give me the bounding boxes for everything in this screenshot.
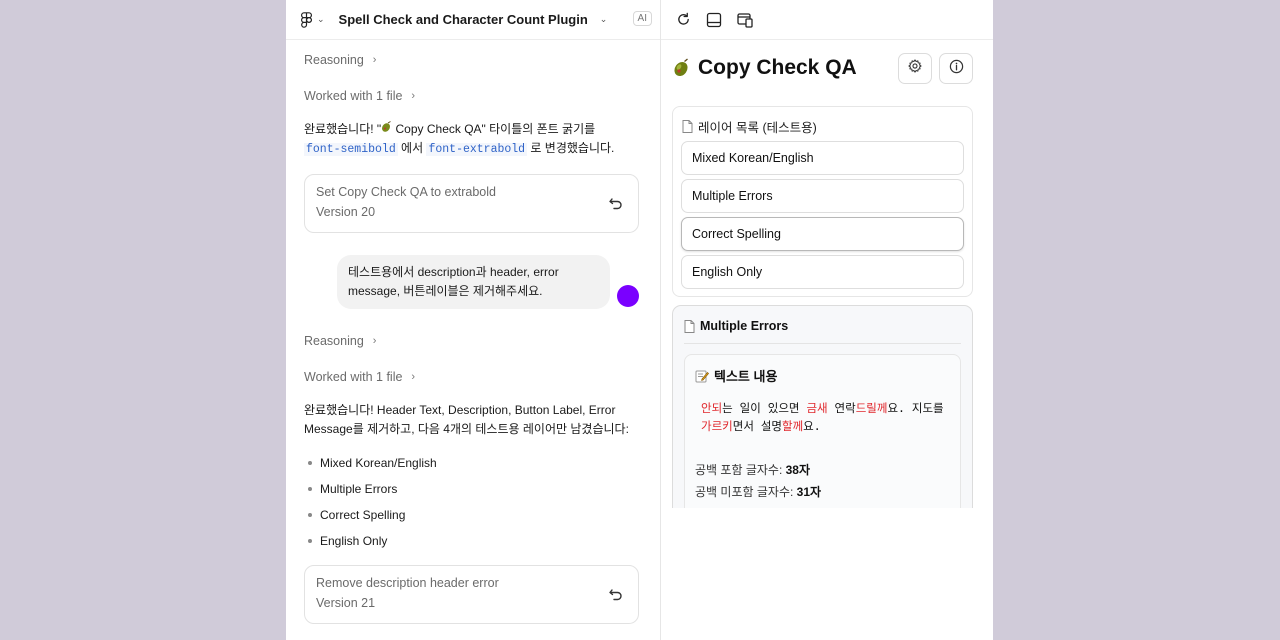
spelling-error: 안되 xyxy=(701,401,723,415)
text-content-title: 텍스트 내용 xyxy=(714,369,778,384)
memo-icon xyxy=(695,369,709,383)
version-number: Version 21 xyxy=(316,596,376,610)
layer-bullet-list: Mixed Korean/English Multiple Errors Cor… xyxy=(304,450,437,554)
plugin-title: Copy Check QA xyxy=(672,56,857,80)
spelling-error: 가르키 xyxy=(701,419,733,433)
chevron-right-icon: › xyxy=(372,54,377,66)
window-icon[interactable] xyxy=(737,12,753,28)
char-count-label: 공백 미포함 글자수: xyxy=(695,485,797,499)
layer-detail-card: Multiple Errors 텍스트 내용 안되는 일이 있으면 금새 연락드… xyxy=(672,305,973,508)
preview-toolbar xyxy=(661,0,993,40)
chevron-down-icon[interactable]: ⌄ xyxy=(317,14,325,25)
layer-text-content: 안되는 일이 있으면 금새 연락드릴께요. 지도를 가르키면서 설명할께요. xyxy=(695,399,950,435)
ai-badge[interactable]: AI xyxy=(632,11,652,26)
char-count-without-spaces: 공백 미포함 글자수: 31자 xyxy=(695,483,821,500)
layer-item[interactable]: Mixed Korean/English xyxy=(681,141,964,175)
detail-heading: Multiple Errors xyxy=(684,319,788,333)
message-text: Copy Check QA" 타이틀의 폰트 굵기를 xyxy=(392,122,596,136)
settings-button[interactable] xyxy=(898,53,932,84)
project-title[interactable]: Spell Check and Character Count Plugin xyxy=(339,12,588,27)
text-segment: 요. 지도를 xyxy=(887,401,944,415)
undo-icon[interactable] xyxy=(608,586,624,602)
bullet-dot xyxy=(308,461,312,465)
spelling-error: 금새 xyxy=(806,401,828,415)
user-message: 테스트용에서 description과 header, error messag… xyxy=(337,255,610,309)
text-content-card: 텍스트 내용 안되는 일이 있으면 금새 연락드릴께요. 지도를 가르키면서 설… xyxy=(684,354,961,508)
bullet-dot xyxy=(308,513,312,517)
chevron-down-icon[interactable]: ⌄ xyxy=(600,14,608,25)
list-item: English Only xyxy=(304,528,437,554)
version-card[interactable]: Remove description header error Version … xyxy=(304,565,639,624)
version-number: Version 20 xyxy=(316,205,376,219)
gear-icon xyxy=(908,59,922,78)
layer-list-title: 레이어 목록 (테스트용) xyxy=(698,121,817,135)
layer-item-selected[interactable]: Correct Spelling xyxy=(681,217,964,251)
olive-icon xyxy=(381,121,392,136)
layer-item[interactable]: English Only xyxy=(681,255,964,289)
list-item-label: Mixed Korean/English xyxy=(320,456,437,470)
list-item: Multiple Errors xyxy=(304,476,437,502)
chat-panel: ⌄ Spell Check and Character Count Plugin… xyxy=(286,0,661,640)
list-item-label: English Only xyxy=(320,534,388,548)
version-title: Remove description header error xyxy=(316,576,499,590)
refresh-icon[interactable] xyxy=(675,12,691,28)
avatar[interactable] xyxy=(617,285,639,307)
message-text: 완료했습니다! " xyxy=(304,122,382,136)
worked-files-label: Worked with 1 file xyxy=(304,89,403,103)
text-segment: 면서 설명 xyxy=(732,419,782,433)
info-icon xyxy=(949,59,964,79)
text-segment: 는 일이 있으면 xyxy=(722,401,807,415)
bullet-dot xyxy=(308,539,312,543)
detail-title: Multiple Errors xyxy=(700,319,789,333)
char-count-label: 공백 포함 글자수: xyxy=(695,463,786,477)
code-snippet: font-semibold xyxy=(304,143,398,156)
text-segment: 연락 xyxy=(827,401,856,415)
chat-header: ⌄ Spell Check and Character Count Plugin… xyxy=(286,0,660,40)
version-title: Set Copy Check QA to extrabold xyxy=(316,185,496,199)
layer-item[interactable]: Multiple Errors xyxy=(681,179,964,213)
text-segment: 요. xyxy=(803,419,821,433)
spelling-error: 드릴께 xyxy=(855,401,888,415)
message-text: 로 변경했습니다. xyxy=(527,141,615,155)
char-count-value: 31자 xyxy=(796,485,822,499)
chevron-right-icon: › xyxy=(411,90,416,102)
layer-list-heading: 레이어 목록 (테스트용) xyxy=(682,117,817,136)
plugin-ui: Copy Check QA 레이어 목록 (테스트용) Mixed Korean… xyxy=(661,41,993,508)
layer-list-card: 레이어 목록 (테스트용) Mixed Korean/English Multi… xyxy=(672,106,973,297)
olive-icon xyxy=(672,58,690,78)
list-item: Mixed Korean/English xyxy=(304,450,437,476)
list-item-label: Correct Spelling xyxy=(320,508,406,522)
assistant-message: 완료했습니다! " Copy Check QA" 타이틀의 폰트 굵기를 fon… xyxy=(304,120,634,159)
undo-icon[interactable] xyxy=(608,195,624,211)
chevron-right-icon: › xyxy=(411,371,416,383)
reasoning-toggle[interactable]: Reasoning › xyxy=(304,50,376,70)
bullet-dot xyxy=(308,487,312,491)
list-item-label: Multiple Errors xyxy=(320,482,398,496)
chevron-right-icon: › xyxy=(372,335,377,347)
worked-files-label: Worked with 1 file xyxy=(304,370,403,384)
version-card[interactable]: Set Copy Check QA to extrabold Version 2… xyxy=(304,174,639,233)
panel-icon[interactable] xyxy=(706,12,722,28)
text-content-heading: 텍스트 내용 xyxy=(695,366,777,385)
document-icon xyxy=(682,120,693,133)
divider xyxy=(684,343,961,344)
info-button[interactable] xyxy=(939,53,973,84)
list-item: Correct Spelling xyxy=(304,502,437,528)
reasoning-label: Reasoning xyxy=(304,53,364,67)
char-count-value: 38자 xyxy=(785,463,811,477)
char-count-with-spaces: 공백 포함 글자수: 38자 xyxy=(695,461,810,478)
reasoning-label: Reasoning xyxy=(304,334,364,348)
preview-panel: Copy Check QA 레이어 목록 (테스트용) Mixed Korean… xyxy=(661,0,993,640)
assistant-message: 완료했습니다! Header Text, Description, Button… xyxy=(304,403,629,436)
reasoning-toggle[interactable]: Reasoning › xyxy=(304,331,376,351)
spelling-error: 할께 xyxy=(782,419,804,433)
message-text: 에서 xyxy=(397,141,427,155)
document-icon xyxy=(684,319,695,333)
plugin-title-text: Copy Check QA xyxy=(698,56,857,79)
worked-files-toggle[interactable]: Worked with 1 file › xyxy=(304,367,415,387)
figma-logo-icon[interactable] xyxy=(298,11,314,29)
code-snippet: font-extrabold xyxy=(426,143,528,156)
worked-files-toggle[interactable]: Worked with 1 file › xyxy=(304,86,415,106)
